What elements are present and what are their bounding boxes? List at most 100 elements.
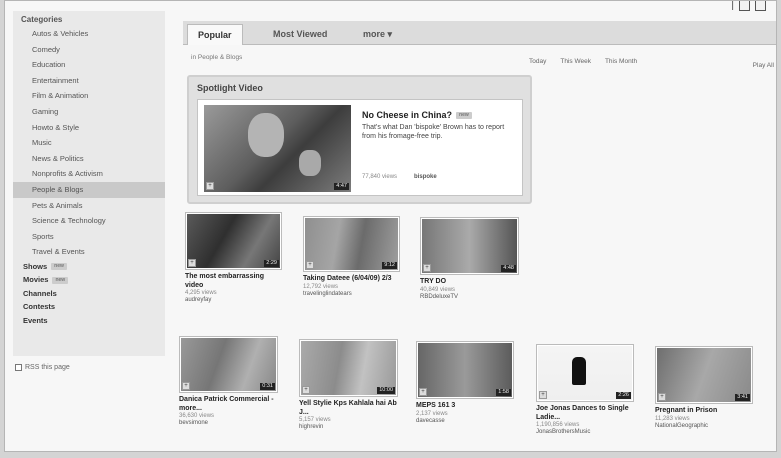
tab-more[interactable]: more ▾	[353, 24, 402, 45]
video-duration: 4:48	[501, 265, 516, 272]
video-title[interactable]: Taking Dateee (6/04/09) 2/3	[303, 275, 400, 284]
video-views: 12,792 views	[303, 283, 339, 290]
video-duration: 3:41	[735, 394, 750, 401]
video-uploader[interactable]: audreyfay	[185, 297, 282, 304]
video-uploader[interactable]: highrevin	[299, 424, 398, 431]
video-views: 5,157 views	[299, 417, 331, 423]
cursor-mark-icon: |	[731, 0, 734, 11]
add-to-quicklist-icon[interactable]: +	[658, 393, 666, 401]
video-title[interactable]: The most embarrassing video	[185, 273, 282, 290]
section-link-shows[interactable]: Shows new	[13, 260, 165, 273]
video-duration: 9:12	[382, 262, 397, 269]
category-item[interactable]: News & Politics	[13, 151, 165, 167]
category-item[interactable]: Howto & Style	[13, 120, 165, 136]
add-to-quicklist-icon[interactable]: +	[423, 264, 431, 272]
tab-popular[interactable]: Popular	[187, 24, 243, 45]
video-title[interactable]: TRY DO	[420, 278, 519, 287]
filter-this-week[interactable]: This Week	[560, 58, 591, 65]
spotlight-thumbnail[interactable]: + 4:47	[204, 105, 351, 192]
video-thumbnail[interactable]: + 0:31	[179, 336, 278, 393]
video-views: 40,849 views	[420, 286, 456, 293]
play-all-link[interactable]: Play All	[753, 62, 774, 69]
video-item: + 4:48 TRY DO 40,849 views RBDdeluxeTV	[420, 217, 519, 301]
rss-link[interactable]: RSS this page	[15, 364, 70, 371]
video-duration: 4:47	[334, 183, 349, 190]
category-item[interactable]: Science & Technology	[13, 213, 165, 229]
video-uploader[interactable]: NationalGeographic	[655, 423, 753, 430]
video-thumbnail[interactable]: + 2:29	[185, 212, 282, 270]
category-item[interactable]: Pets & Animals	[13, 198, 165, 214]
window-toggle-icon[interactable]	[739, 1, 750, 11]
section-label: Channels	[23, 288, 57, 298]
video-item: + 3:41 Pregnant in Prison 11,283 views N…	[655, 346, 753, 430]
tab-most-viewed[interactable]: Most Viewed	[263, 24, 337, 45]
video-uploader[interactable]: RBDdeluxeTV	[420, 294, 519, 301]
time-filters: Today This Week This Month	[529, 58, 637, 65]
filter-this-month[interactable]: This Month	[605, 58, 637, 65]
section-link-events[interactable]: Events	[13, 314, 165, 327]
video-title[interactable]: MEPS 161 3	[416, 402, 514, 411]
add-to-quicklist-icon[interactable]: +	[188, 259, 196, 267]
video-uploader[interactable]: davecasse	[416, 418, 514, 425]
video-item: + 0:31 Danica Patrick Commercial - more.…	[179, 336, 278, 427]
video-uploader[interactable]: JonasBrothersMusic	[536, 429, 634, 436]
video-uploader[interactable]: travelinglindatears	[303, 291, 400, 298]
spotlight-meta: 77,840 views bispoke	[362, 174, 437, 180]
spotlight-title-text: No Cheese in China?	[362, 110, 453, 120]
video-thumbnail[interactable]: + 1:58	[416, 341, 514, 399]
add-to-quicklist-icon[interactable]: +	[306, 261, 314, 269]
video-item: + 10:00 Yell Stylie Kps Kahlala hai Ab J…	[299, 339, 398, 431]
add-to-quicklist-icon[interactable]: +	[539, 391, 547, 399]
category-item[interactable]: Travel & Events	[13, 244, 165, 260]
thumbnail-figure	[572, 357, 586, 385]
window-toggle-icon-2[interactable]	[755, 1, 766, 11]
category-item[interactable]: Autos & Vehicles	[13, 26, 165, 42]
category-item[interactable]: Entertainment	[13, 73, 165, 89]
video-title[interactable]: Pregnant in Prison	[655, 407, 753, 416]
video-thumbnail[interactable]: + 3:41	[655, 346, 753, 404]
category-sidebar: Categories Autos & Vehicles Comedy Educa…	[13, 11, 165, 356]
video-uploader[interactable]: bevsimone	[179, 420, 278, 427]
section-label: Movies	[23, 275, 49, 285]
video-thumbnail[interactable]: + 10:00	[299, 339, 398, 397]
category-item-selected[interactable]: People & Blogs	[13, 181, 165, 198]
category-item[interactable]: Nonprofits & Activism	[13, 166, 165, 182]
video-item: + 2:26 Joe Jonas Dances to Single Ladie.…	[536, 344, 634, 436]
video-title[interactable]: Joe Jonas Dances to Single Ladie...	[536, 405, 634, 422]
category-item[interactable]: Film & Animation	[13, 88, 165, 104]
video-title[interactable]: Yell Stylie Kps Kahlala hai Ab J...	[299, 400, 398, 417]
category-item[interactable]: Music	[13, 135, 165, 151]
section-link-channels[interactable]: Channels	[13, 287, 165, 300]
main-content: Popular Most Viewed more ▾ in People & B…	[179, 21, 776, 451]
thumbnail-figure	[299, 150, 321, 176]
add-to-quicklist-icon[interactable]: +	[206, 182, 214, 190]
category-item[interactable]: Sports	[13, 229, 165, 245]
section-label: Events	[23, 315, 48, 325]
spotlight-title[interactable]: No Cheese in China? new	[362, 110, 518, 120]
new-badge: new	[51, 263, 67, 271]
rss-icon	[15, 364, 22, 371]
section-link-contests[interactable]: Contests	[13, 300, 165, 313]
video-duration: 0:31	[260, 383, 275, 390]
video-thumbnail[interactable]: + 9:12	[303, 216, 400, 272]
filter-today[interactable]: Today	[529, 58, 546, 65]
add-to-quicklist-icon[interactable]: +	[419, 388, 427, 396]
section-link-movies[interactable]: Movies new	[13, 273, 165, 286]
video-views: 1,190,856 views	[536, 422, 580, 428]
video-duration: 2:29	[264, 260, 279, 267]
spotlight-views: 77,840 views	[362, 174, 398, 180]
spotlight-uploader[interactable]: bispoke	[414, 174, 437, 180]
breadcrumb: in People & Blogs	[191, 54, 243, 61]
video-duration: 2:26	[616, 392, 631, 399]
category-item[interactable]: Comedy	[13, 42, 165, 58]
category-item[interactable]: Gaming	[13, 104, 165, 120]
add-to-quicklist-icon[interactable]: +	[182, 382, 190, 390]
video-item: + 9:12 Taking Dateee (6/04/09) 2/3 12,79…	[303, 216, 400, 298]
video-thumbnail[interactable]: + 4:48	[420, 217, 519, 275]
video-item: + 2:29 The most embarrassing video 4,295…	[185, 212, 282, 304]
add-to-quicklist-icon[interactable]: +	[302, 386, 310, 394]
video-thumbnail[interactable]: + 2:26	[536, 344, 634, 402]
category-item[interactable]: Education	[13, 57, 165, 73]
video-title[interactable]: Danica Patrick Commercial - more...	[179, 396, 278, 413]
spotlight-info: No Cheese in China? new That's what Dan …	[362, 110, 518, 141]
